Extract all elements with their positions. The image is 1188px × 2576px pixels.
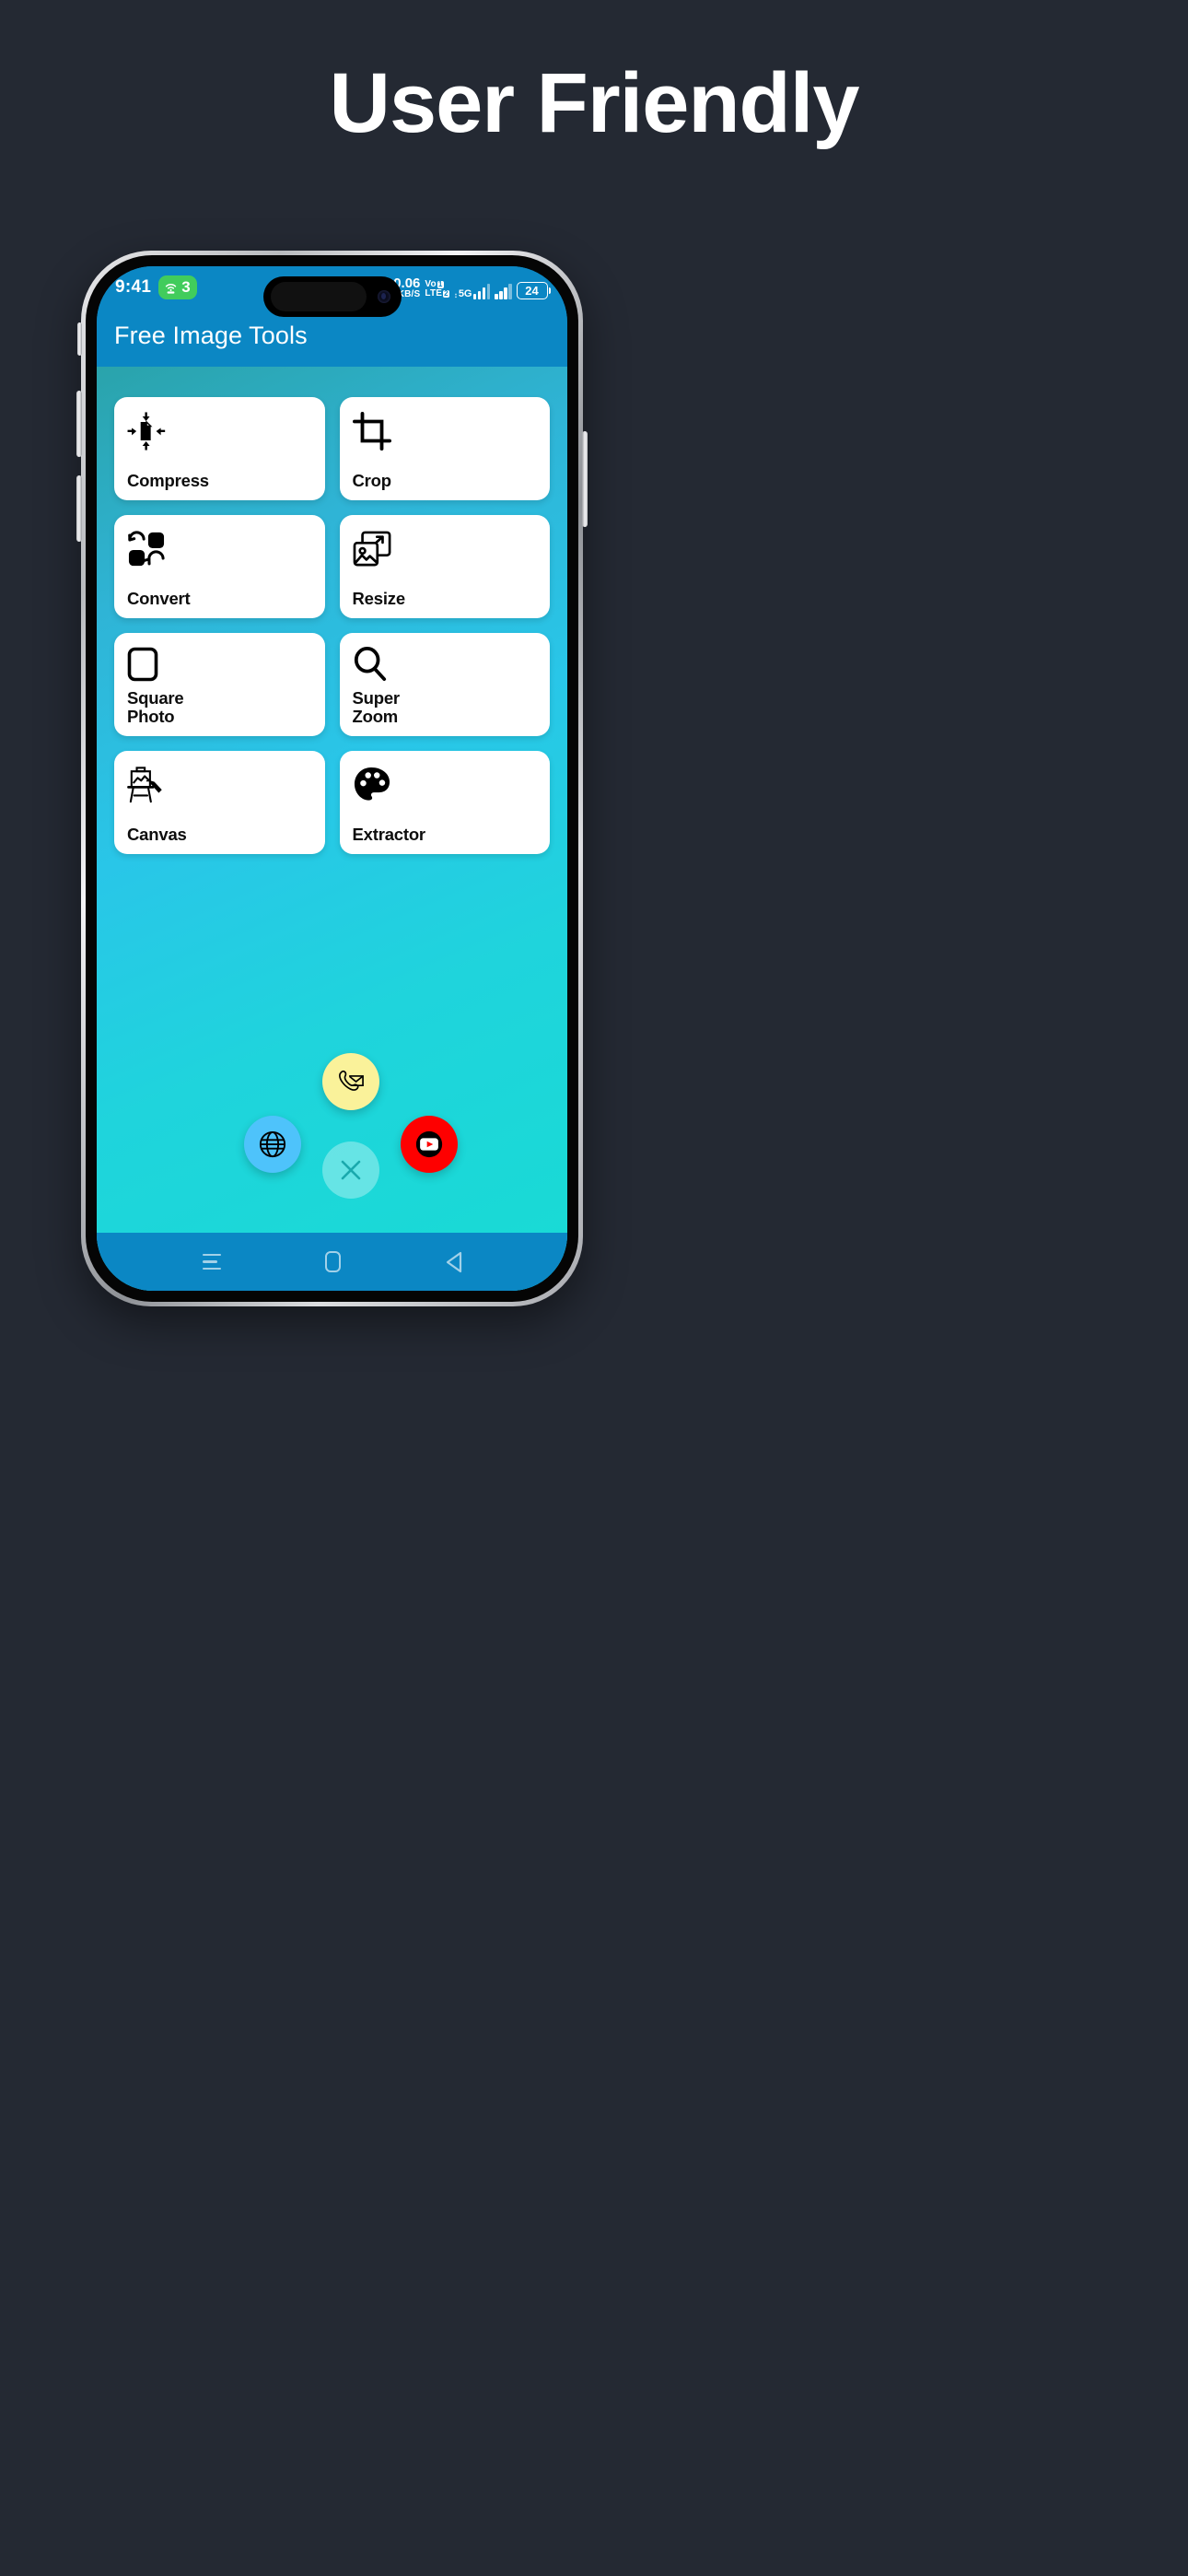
tool-card-canvas[interactable]: Canvas xyxy=(114,751,325,854)
tools-grid: Compress Crop Convert Resize Square Phot… xyxy=(97,367,567,854)
resize-icon xyxy=(353,528,538,570)
crop-icon xyxy=(352,410,538,452)
dynamic-island xyxy=(262,276,402,317)
power-button[interactable] xyxy=(582,431,588,527)
android-nav-bar xyxy=(97,1233,567,1291)
tool-card-crop[interactable]: Crop xyxy=(339,397,550,500)
phone-envelope-icon xyxy=(339,1070,364,1091)
nav-home-button[interactable] xyxy=(324,1251,341,1272)
menu-icon xyxy=(202,1253,221,1270)
network-type-indicator: ↕ 5G xyxy=(453,283,490,299)
status-bar-right: 0.06 KB/S Vo 1 LTE 2 ↕ 5G 24 xyxy=(393,276,551,299)
tool-label: Square Photo xyxy=(127,687,184,727)
data-arrows-icon: ↕ xyxy=(453,290,458,299)
volte-sim-1: 1 xyxy=(437,279,444,288)
close-x-icon xyxy=(341,1160,361,1180)
silent-switch-button[interactable] xyxy=(77,322,82,356)
globe-icon xyxy=(259,1130,286,1158)
tool-card-super-zoom[interactable]: Super Zoom xyxy=(339,633,550,736)
tool-label: Canvas xyxy=(127,825,187,845)
status-bar-left: 9:41 3 xyxy=(115,275,197,299)
canvas-easel-icon xyxy=(127,764,312,806)
tool-label: Super Zoom xyxy=(352,687,401,727)
tool-label: Convert xyxy=(127,589,191,609)
tool-card-extractor[interactable]: Extractor xyxy=(339,751,550,854)
app-bar: Free Image Tools xyxy=(97,309,567,367)
volume-down-button[interactable] xyxy=(76,475,82,542)
volte-sim-2: 2 xyxy=(443,289,449,299)
tool-card-square-photo[interactable]: Square Photo xyxy=(114,633,325,736)
status-clock: 9:41 xyxy=(115,277,152,297)
nav-recents-button[interactable] xyxy=(202,1253,221,1270)
tool-label: Extractor xyxy=(352,825,426,845)
tool-card-convert[interactable]: Convert xyxy=(114,515,325,618)
volume-up-button[interactable] xyxy=(76,391,82,457)
signal-bars-sim1-icon xyxy=(472,283,490,299)
wifi-hotspot-badge: 3 xyxy=(158,275,197,299)
phone-screen: 9:41 3 0.06 KB/S Vo 1 LTE 2 ↕ 5G 24 Free… xyxy=(97,266,567,1291)
fab-website-button[interactable] xyxy=(244,1116,301,1173)
back-icon xyxy=(445,1251,462,1273)
tool-label: Compress xyxy=(127,471,209,491)
app-content: Compress Crop Convert Resize Square Phot… xyxy=(97,367,567,1291)
phone-bezel: 9:41 3 0.06 KB/S Vo 1 LTE 2 ↕ 5G 24 Free… xyxy=(86,255,578,1302)
network-type-label: 5G xyxy=(458,287,472,299)
fab-youtube-button[interactable] xyxy=(401,1116,458,1173)
app-title: Free Image Tools xyxy=(114,322,308,349)
nav-back-button[interactable] xyxy=(445,1251,462,1273)
fab-close-button[interactable] xyxy=(322,1142,379,1199)
compress-icon xyxy=(127,410,312,452)
phone-frame: 9:41 3 0.06 KB/S Vo 1 LTE 2 ↕ 5G 24 Free… xyxy=(76,251,588,1306)
battery-tip-icon xyxy=(548,287,551,294)
tool-label: Crop xyxy=(352,471,392,491)
page-title: User Friendly xyxy=(329,56,860,150)
square-photo-icon xyxy=(127,646,312,683)
front-camera-icon xyxy=(377,290,390,303)
island-inner xyxy=(270,282,367,311)
youtube-icon xyxy=(415,1130,443,1158)
convert-icon xyxy=(127,528,312,570)
status-bar: 9:41 3 0.06 KB/S Vo 1 LTE 2 ↕ 5G 24 xyxy=(97,266,567,317)
volte-line-2: LTE xyxy=(425,288,443,299)
tool-label: Resize xyxy=(352,589,406,609)
fab-contact-button[interactable] xyxy=(322,1053,379,1110)
tool-card-compress[interactable]: Compress xyxy=(114,397,325,500)
home-icon xyxy=(324,1251,341,1272)
tool-card-resize[interactable]: Resize xyxy=(339,515,550,618)
wifi-device-count: 3 xyxy=(181,278,191,296)
signal-bars-sim2-icon xyxy=(495,283,512,299)
volte-indicator: Vo 1 LTE 2 xyxy=(425,279,449,299)
wifi-hotspot-icon xyxy=(166,283,177,294)
color-palette-icon xyxy=(353,764,538,806)
battery-indicator: 24 xyxy=(516,281,551,299)
battery-percent: 24 xyxy=(516,281,548,299)
super-zoom-icon xyxy=(353,646,538,683)
